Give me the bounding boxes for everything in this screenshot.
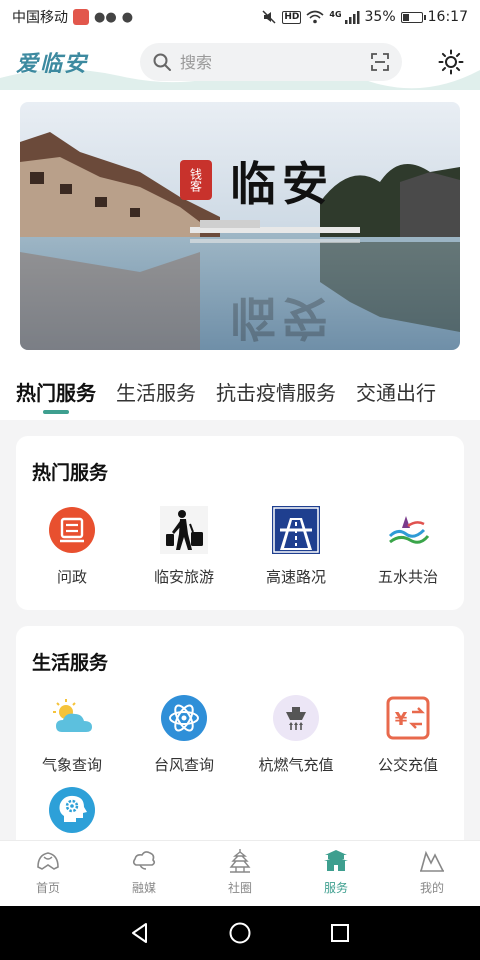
water-governance-icon [388, 516, 430, 544]
highway-icon [272, 506, 320, 554]
palace-icon [324, 850, 348, 871]
back-icon[interactable] [128, 921, 152, 945]
mountain-icon [420, 850, 444, 872]
tab-epidemic-services[interactable]: 抗击疫情服务 [216, 366, 336, 420]
service-item-bus-topup[interactable]: ¥ 公交充值 [352, 694, 464, 775]
nav-community[interactable]: 社圈 [192, 841, 288, 906]
nav-label: 服务 [323, 881, 348, 895]
search-icon [153, 53, 171, 71]
nav-label: 融媒 [131, 881, 156, 895]
network-type: 4G [329, 9, 342, 19]
nav-home[interactable]: 首页 [0, 841, 96, 906]
hd-icon: HD [282, 10, 302, 24]
home-circle-icon[interactable] [228, 921, 252, 945]
app-screen: 中国移动 ●● ● HD 4G 35% 16:17 爱临安 搜索 钱客 临安 临… [0, 0, 480, 960]
life-services-card: 生活服务 气象查询 台风查询 杭燃气充值 ¥ 公交充值 [16, 626, 464, 856]
search-input[interactable] [180, 52, 350, 72]
wifi-icon [306, 10, 324, 24]
service-item-highway-status[interactable]: 高速路况 [240, 506, 352, 587]
service-label: 临安旅游 [153, 568, 214, 586]
bus-card-icon: ¥ [386, 696, 430, 740]
scan-icon[interactable] [370, 52, 390, 72]
banner-image[interactable]: 钱客 临安 临安 [20, 102, 460, 350]
status-bar: 中国移动 ●● ● HD 4G 35% 16:17 [0, 0, 480, 34]
typhoon-icon [161, 695, 207, 741]
nav-media[interactable]: 融媒 [96, 841, 192, 906]
nav-services[interactable]: 服务 [288, 841, 384, 906]
search-bar[interactable] [140, 43, 402, 81]
service-label: 气象查询 [41, 756, 102, 774]
app-notification-icon [73, 9, 89, 25]
hot-services-card: 热门服务 问政 临安旅游 高速路况 五水共治 [16, 436, 464, 610]
banner-title: 临安 [230, 157, 334, 211]
service-label: 五水共治 [377, 568, 438, 586]
clock: 16:17 [427, 9, 468, 25]
brain-gear-icon [49, 787, 95, 833]
nav-label: 社圈 [227, 881, 252, 895]
nav-label: 首页 [35, 881, 60, 895]
nav-profile[interactable]: 我的 [384, 841, 480, 906]
service-label: 公交充值 [377, 756, 438, 774]
service-item-five-water[interactable]: 五水共治 [352, 506, 464, 587]
svg-text:¥: ¥ [395, 709, 408, 730]
service-item-gas-topup[interactable]: 杭燃气充值 [240, 694, 352, 775]
tab-life-services[interactable]: 生活服务 [116, 366, 196, 420]
home-shell-icon [37, 852, 59, 870]
app-header: 爱临安 [0, 34, 480, 90]
carrier-label: 中国移动 [12, 10, 68, 26]
service-label: 台风查询 [153, 756, 214, 774]
pagoda-icon [229, 849, 251, 873]
app-logo[interactable]: 爱临安 [16, 46, 126, 78]
signal-icon [344, 11, 360, 24]
service-item-typhoon[interactable]: 台风查询 [128, 694, 240, 775]
hot-services-title: 热门服务 [32, 462, 109, 484]
service-item-smart[interactable] [16, 786, 128, 846]
cloud-media-icon [132, 851, 156, 870]
recents-square-icon[interactable] [328, 921, 352, 945]
banner-seal: 钱客 [180, 160, 212, 200]
mute-icon [262, 10, 276, 24]
gas-stove-icon [273, 695, 319, 741]
wenzheng-icon [49, 507, 95, 553]
service-item-wenzheng[interactable]: 问政 [16, 506, 128, 587]
battery-level [402, 13, 409, 21]
banner-section: 钱客 临安 临安 [0, 90, 480, 366]
service-label: 高速路况 [265, 568, 326, 586]
traveler-icon [160, 506, 208, 554]
service-tabs: 热门服务 生活服务 抗击疫情服务 交通出行 [0, 366, 480, 420]
tab-transport[interactable]: 交通出行 [356, 366, 436, 420]
sun-icon[interactable] [438, 49, 464, 75]
banner-title-reflection: 临安 [230, 291, 334, 345]
status-left: 中国移动 ●● ● [12, 7, 133, 27]
wechat-icon: ●● [94, 9, 117, 25]
chat-bubble-icon: ● [121, 9, 134, 25]
service-label: 杭燃气充值 [258, 756, 334, 774]
system-navigation-bar [0, 906, 480, 960]
tab-hot-services[interactable]: 热门服务 [16, 366, 96, 420]
nav-label: 我的 [419, 881, 444, 895]
life-services-title: 生活服务 [32, 652, 109, 674]
battery-percent: 35% [364, 9, 396, 25]
weather-icon [53, 699, 92, 732]
service-item-lin-an-tourism[interactable]: 临安旅游 [128, 506, 240, 587]
service-item-weather[interactable]: 气象查询 [16, 694, 128, 775]
bottom-navigation: 首页 融媒 社圈 服务 我的 [0, 840, 480, 906]
battery-icon [400, 11, 426, 23]
status-right: HD 4G 35% 16:17 [261, 9, 468, 25]
service-label: 问政 [56, 568, 87, 586]
